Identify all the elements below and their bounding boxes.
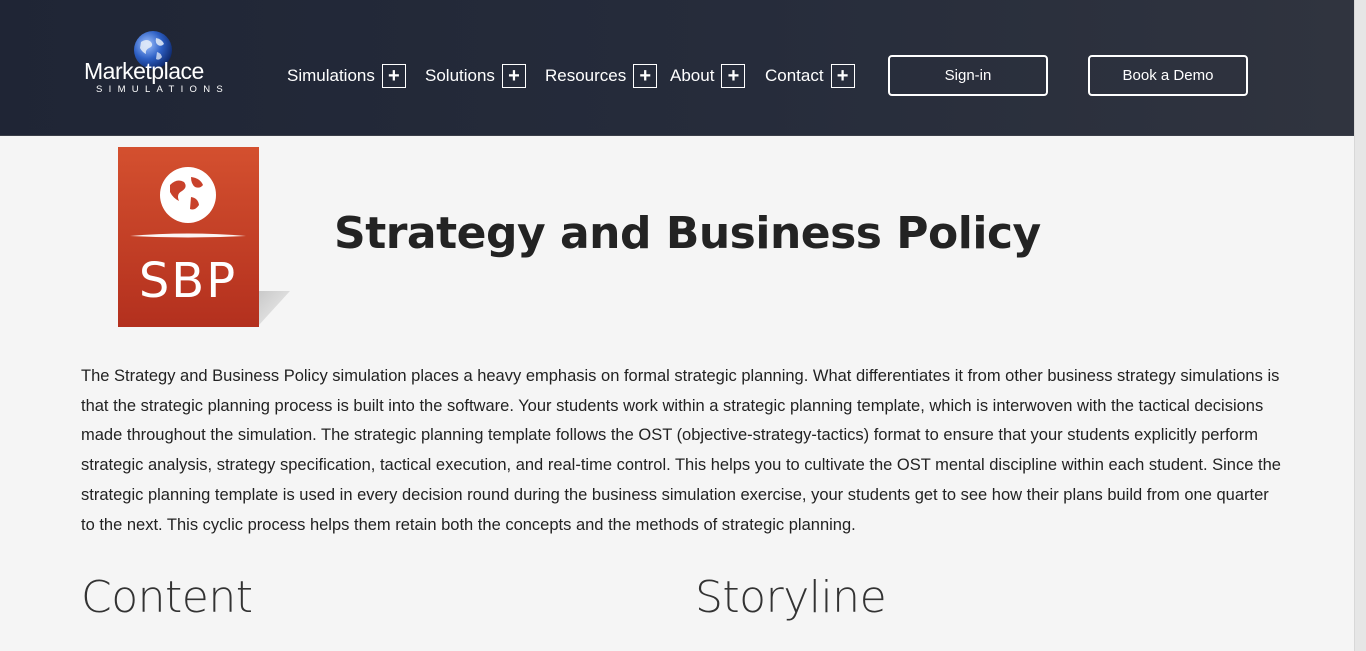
page-scrollbar[interactable] [1354,0,1366,651]
plus-icon[interactable]: + [501,64,526,88]
page-title: Strategy and Business Policy [334,208,1041,259]
plus-icon[interactable]: + [830,64,855,88]
globe-icon [160,167,216,223]
plus-icon[interactable]: + [721,64,746,88]
logo-wordmark: Marketplace [84,58,204,84]
sbp-product-badge: SBP [118,147,290,327]
badge-text: SBP [139,253,237,309]
nav-label[interactable]: Contact [765,66,824,86]
site-header: Marketplace SIMULATIONS Simulations + So… [0,0,1354,136]
nav-item-simulations[interactable]: Simulations + [287,63,406,89]
nav-label[interactable]: Simulations [287,66,375,86]
plus-icon[interactable]: + [633,64,658,88]
nav-label[interactable]: Solutions [425,66,495,86]
intro-paragraph: The Strategy and Business Policy simulat… [81,367,1281,534]
storyline-heading: Storyline [695,572,887,623]
nav-item-about[interactable]: About + [670,63,746,89]
sign-in-button[interactable]: Sign-in [888,55,1048,96]
plus-icon[interactable]: + [381,64,406,88]
nav-item-resources[interactable]: Resources + [545,63,658,89]
logo-tagline: SIMULATIONS [96,84,229,95]
nav-item-solutions[interactable]: Solutions + [425,63,526,89]
nav-item-contact[interactable]: Contact + [765,63,855,89]
nav-label[interactable]: About [670,66,714,86]
content-heading: Content [81,572,253,623]
marketplace-logo[interactable]: Marketplace SIMULATIONS [84,28,224,98]
nav-label[interactable]: Resources [545,66,626,86]
book-demo-button[interactable]: Book a Demo [1088,55,1248,96]
